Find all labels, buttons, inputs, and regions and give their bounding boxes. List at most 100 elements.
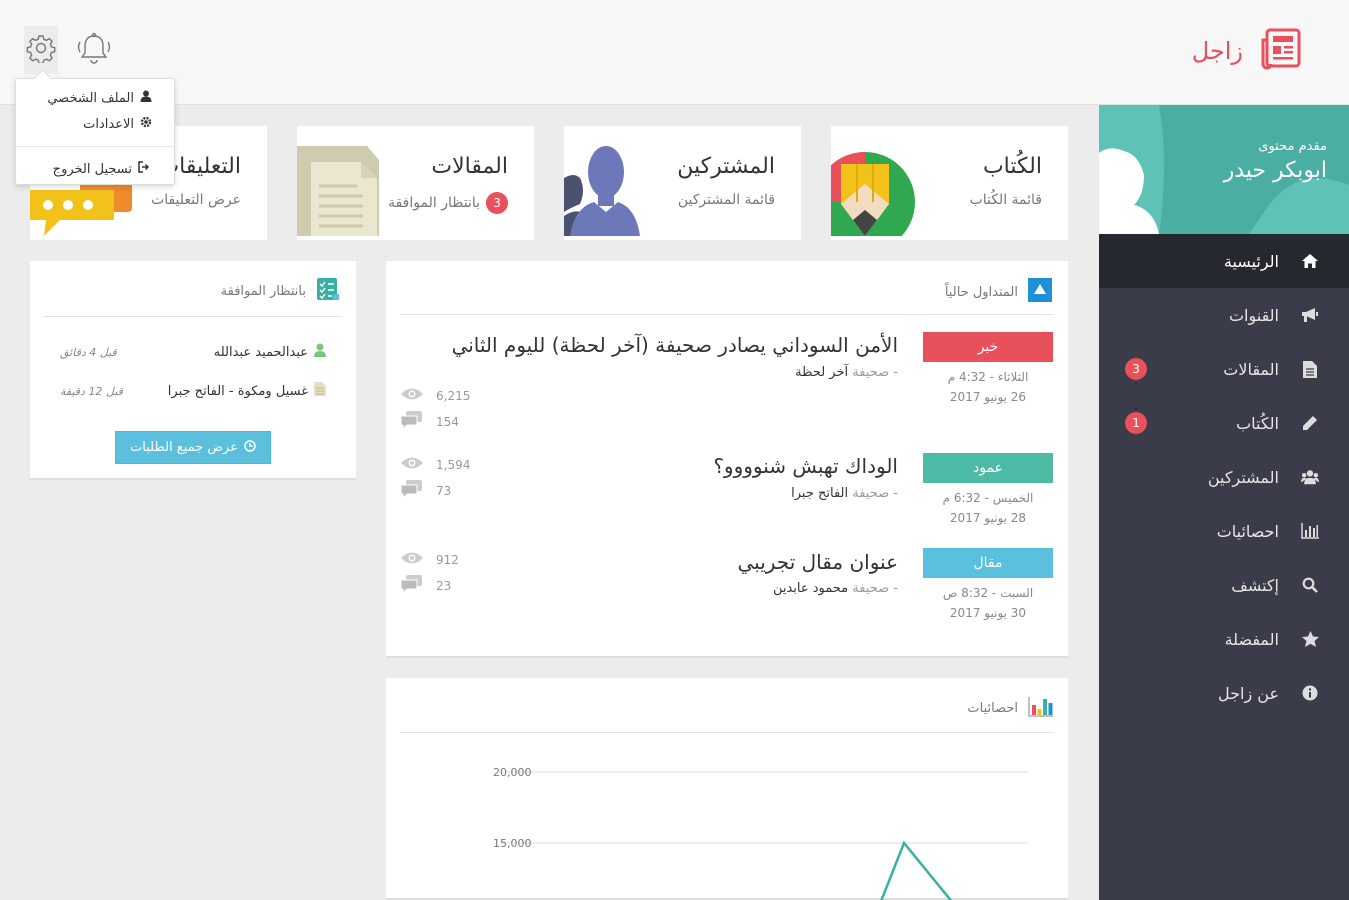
button-label: عرض جميع الطلبات [130, 440, 238, 455]
sidebar-item-label: الكُتاب [1236, 413, 1279, 433]
settings-button[interactable] [24, 26, 58, 74]
articles-count-badge: 3 [1125, 358, 1147, 380]
menu-divider [16, 146, 174, 147]
card-title: المشتركين [677, 154, 775, 179]
card-subtitle: قائمة المشتركين [677, 192, 775, 208]
logout-icon [138, 161, 150, 177]
sidebar-item-label: إكتشف [1231, 575, 1279, 595]
view-count: 912 [400, 551, 459, 568]
statistics-line-chart: 20,000 15,000 [493, 766, 1028, 900]
chart-y-tick-label: 20,000 [493, 766, 532, 779]
comments-icon [400, 480, 424, 501]
notifications-button[interactable] [76, 32, 112, 70]
sidebar-item-label: عن زاجل [1218, 683, 1279, 703]
menu-item-label: تسجيل الخروج [52, 161, 132, 177]
cog-icon [140, 116, 152, 132]
clock-icon [244, 439, 256, 456]
pending-item-time: قبل 4 دقائق [60, 345, 117, 359]
top-header: زاجل [0, 0, 1349, 105]
trending-panel: المتداول حالياً خبر الثلاثاء - 4:32 م 26… [386, 261, 1068, 658]
sidebar-item-label: احصائيات [1216, 521, 1279, 541]
sidebar-item-label: القنوات [1228, 305, 1279, 325]
sidebar-item-favorites[interactable]: المفضلة [1099, 612, 1349, 666]
view-count: 6,215 [400, 387, 470, 404]
post-title[interactable]: الوداك تهبش شنوووو؟ [713, 454, 898, 478]
pencil-icon [1301, 414, 1319, 432]
view-all-requests-button[interactable]: عرض جميع الطلبات [115, 431, 271, 464]
category-tag: عمود [923, 453, 1053, 483]
pencil-circle-icon [831, 144, 921, 240]
logo[interactable]: زاجل [1192, 28, 1301, 74]
card-subtitle: عرض التعليقات [151, 192, 241, 208]
sidebar-item-label: المقالات [1223, 359, 1279, 379]
sidebar-item-about[interactable]: عن زاجل [1099, 666, 1349, 720]
pending-approval-panel: بانتظار الموافقة عبدالحميد عبدالله قبل 4… [30, 261, 356, 480]
sidebar: مقدم محتوى ابوبكر حيدر الرئيسية القنوات … [1099, 105, 1349, 900]
sidebar-item-label: المشتركين [1207, 467, 1279, 487]
info-icon [1301, 684, 1319, 702]
post-title[interactable]: الأمن السوداني يصادر صحيفة (آخر لحظة) لل… [452, 333, 898, 357]
users-icon [1301, 468, 1319, 486]
trending-item[interactable]: مقال السبت - 8:32 ص 30 يونيو 2017 عنوان … [386, 548, 1068, 658]
sidebar-item-subscribers[interactable]: المشتركين [1099, 450, 1349, 504]
trending-item[interactable]: عمود الخميس - 6:32 م 28 يونيو 2017 الودا… [386, 452, 1068, 562]
person-silhouette-icon [564, 142, 644, 240]
logo-text: زاجل [1191, 37, 1243, 65]
view-count: 1,594 [400, 456, 470, 473]
sidebar-item-label: المفضلة [1224, 629, 1279, 649]
home-icon [1301, 252, 1319, 270]
trending-item[interactable]: خبر الثلاثاء - 4:32 م 26 يونيو 2017 الأم… [386, 331, 1068, 441]
post-source: - صحيفة آخر لحظة [795, 365, 898, 380]
articles-card[interactable]: المقالات 3 بانتظار الموافقة [297, 126, 534, 240]
sidebar-item-articles[interactable]: المقالات 3 [1099, 342, 1349, 396]
bell-icon [76, 32, 112, 70]
list-item[interactable]: غسيل ومكوة - الفاتح جبرا قبل 12 دقيقة [60, 382, 326, 400]
comment-count: 23 [400, 575, 451, 596]
card-subtitle: 3 بانتظار الموافقة [388, 192, 508, 214]
user-icon [140, 90, 152, 106]
user-icon [314, 343, 326, 361]
card-subtitle: قائمة الكُتاب [969, 192, 1042, 208]
post-source: - صحيفة الفاتح جبرا [791, 486, 898, 501]
chart-series-line [880, 840, 953, 900]
category-tag: خبر [923, 332, 1053, 362]
sidebar-item-home[interactable]: الرئيسية [1099, 234, 1349, 288]
category-tag: مقال [923, 548, 1053, 578]
menu-item-label: الاعدادات [83, 116, 134, 132]
menu-item-settings[interactable]: الاعدادات [83, 116, 152, 132]
file-icon [1301, 360, 1319, 378]
comment-count: 73 [400, 480, 451, 501]
user-dropdown-menu: الملف الشخصي الاعدادات تسجيل الخروج [15, 78, 175, 185]
checklist-icon [316, 277, 340, 305]
comments-icon [400, 411, 424, 432]
menu-item-profile[interactable]: الملف الشخصي [47, 90, 152, 106]
post-title[interactable]: عنوان مقال تجريبي [738, 550, 899, 574]
sidebar-item-label: الرئيسية [1223, 251, 1279, 271]
card-title: المقالات [431, 154, 508, 179]
profile-role: مقدم محتوى [1258, 139, 1327, 154]
panel-title: بانتظار الموافقة [220, 283, 306, 299]
comments-icon [400, 575, 424, 596]
sidebar-item-discover[interactable]: إكتشف [1099, 558, 1349, 612]
menu-item-label: الملف الشخصي [47, 90, 134, 106]
list-item[interactable]: عبدالحميد عبدالله قبل 4 دقائق [60, 343, 326, 361]
star-icon [1301, 630, 1319, 648]
post-source: - صحيفة محمود عابدين [772, 581, 898, 596]
chart-y-tick-label: 15,000 [493, 837, 532, 850]
menu-item-logout[interactable]: تسجيل الخروج [53, 161, 150, 177]
profile-card: مقدم محتوى ابوبكر حيدر [1099, 105, 1349, 234]
document-icon [297, 146, 379, 240]
pending-articles-badge: 3 [486, 192, 508, 214]
document-icon [314, 382, 326, 400]
post-date: الخميس - 6:32 م 28 يونيو 2017 [942, 491, 1034, 525]
writers-card[interactable]: الكُتاب قائمة الكُتاب [831, 126, 1068, 240]
pending-item-name: غسيل ومكوة - الفاتح جبرا [167, 383, 308, 399]
eye-icon [400, 387, 424, 404]
sidebar-item-writers[interactable]: الكُتاب 1 [1099, 396, 1349, 450]
subscribers-card[interactable]: المشتركين قائمة المشتركين [564, 126, 801, 240]
sidebar-item-channels[interactable]: القنوات [1099, 288, 1349, 342]
gear-icon [26, 33, 56, 67]
profile-name: ابوبكر حيدر [1223, 158, 1327, 183]
sidebar-item-statistics[interactable]: احصائيات [1099, 504, 1349, 558]
newspaper-icon [1261, 28, 1301, 74]
